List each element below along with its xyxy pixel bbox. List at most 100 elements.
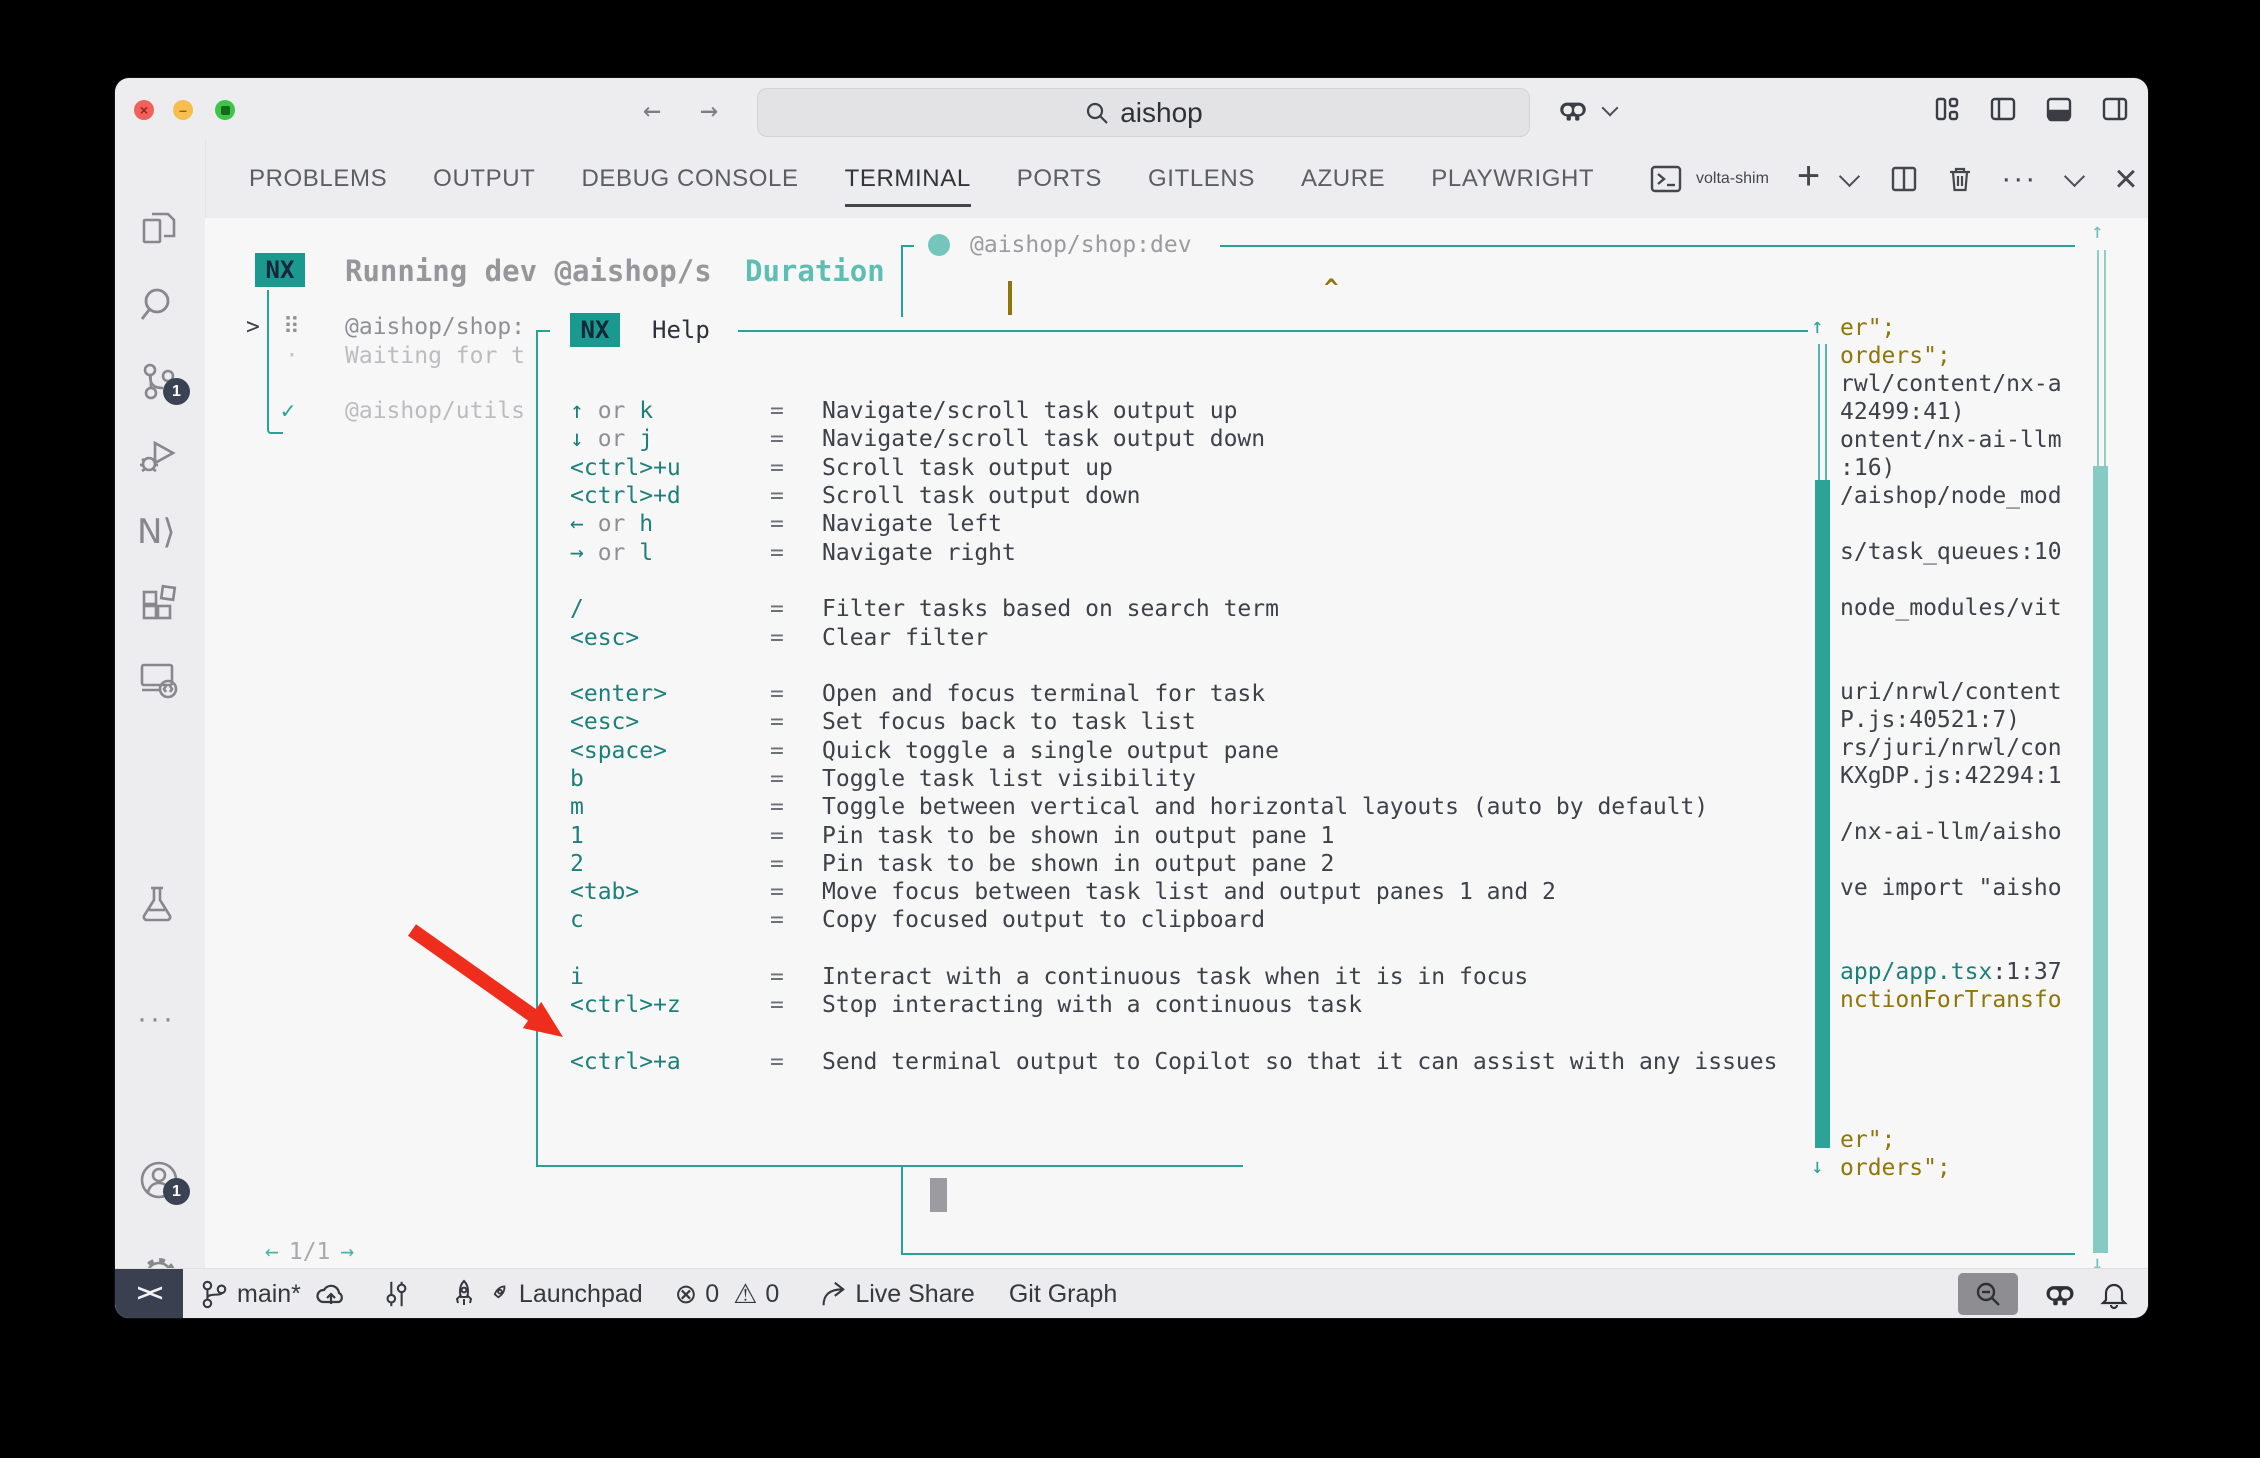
- extensions-icon[interactable]: [137, 580, 181, 624]
- help-panel-border: [536, 330, 550, 332]
- stack-trace-line: KXgDP.js:42294:1: [1840, 762, 2070, 790]
- new-terminal-button[interactable]: +: [1797, 154, 1820, 199]
- more-actions-icon[interactable]: ···: [2001, 162, 2037, 196]
- help-row: <esc>=Set focus back to task list: [570, 708, 1800, 736]
- minimize-window-button[interactable]: –: [173, 100, 193, 120]
- history-back-button[interactable]: ←: [643, 93, 661, 128]
- notifications-bell-icon[interactable]: [2098, 1278, 2130, 1310]
- copilot-menu[interactable]: [1556, 93, 1616, 127]
- help-row: [570, 567, 1800, 595]
- stack-trace-line: nctionForTransfo: [1840, 986, 2070, 1014]
- search-value: aishop: [1120, 97, 1203, 129]
- warning-count[interactable]: 0: [765, 1280, 779, 1309]
- git-graph-label[interactable]: Git Graph: [1009, 1280, 1117, 1309]
- nx-console-icon[interactable]: N⟩: [137, 512, 181, 556]
- explorer-icon[interactable]: [137, 206, 181, 250]
- panel-tab-debug-console[interactable]: DEBUG CONSOLE: [581, 157, 798, 201]
- outer-scrollbar-up-icon[interactable]: ↑: [2091, 219, 2104, 243]
- split-terminal-icon[interactable]: [1889, 164, 1919, 194]
- stack-trace-line: /aishop/node_mod: [1840, 482, 2070, 510]
- close-panel-icon[interactable]: ×: [2114, 157, 2137, 202]
- help-panel-border: [738, 330, 1808, 332]
- error-count[interactable]: 0: [705, 1280, 719, 1309]
- layout-controls: [1933, 95, 2129, 123]
- terminal-shell-label[interactable]: volta-shim: [1696, 170, 1769, 188]
- help-panel-title: Help: [652, 316, 710, 344]
- cloud-upload-icon[interactable]: [315, 1278, 347, 1310]
- tunnel-ports-icon[interactable]: [381, 1279, 411, 1309]
- live-share-label[interactable]: Live Share: [855, 1280, 975, 1309]
- panel-tab-terminal[interactable]: TERMINAL: [845, 157, 971, 201]
- help-row: <ctrl>+a=Send terminal output to Copilot…: [570, 1048, 1800, 1076]
- testing-beaker-icon[interactable]: [137, 882, 181, 926]
- output-caret: ^: [1324, 274, 1338, 302]
- zoom-window-button[interactable]: [215, 100, 235, 120]
- stack-trace-line: app/app.tsx:1:37: [1840, 958, 2070, 986]
- help-row: [570, 935, 1800, 963]
- run-debug-icon[interactable]: [137, 433, 181, 477]
- panel-tab-gitlens[interactable]: GITLENS: [1148, 157, 1255, 201]
- inner-scrollbar-track[interactable]: [1818, 344, 1827, 480]
- task-item-utils[interactable]: @aishop/utils: [345, 397, 525, 425]
- search-icon[interactable]: [137, 283, 181, 327]
- help-row: → or l=Navigate right: [570, 538, 1800, 566]
- launchpad-label[interactable]: Launchpad: [519, 1280, 643, 1309]
- drag-handle-icon: ⠿: [283, 313, 300, 341]
- inner-scrollbar-thumb[interactable]: [1815, 480, 1830, 1148]
- inner-scrollbar-up-icon[interactable]: ↑: [1811, 314, 1824, 338]
- kill-terminal-trash-icon[interactable]: [1945, 164, 1975, 194]
- stack-trace-line: [1840, 790, 2070, 818]
- stack-trace-column: er";orders";rwl/content/nx-a42499:41)ont…: [1840, 314, 2070, 1182]
- block-cursor: [930, 1178, 947, 1212]
- help-row: m=Toggle between vertical and horizontal…: [570, 793, 1800, 821]
- help-row: ← or h=Navigate left: [570, 510, 1800, 538]
- help-row: 2=Pin task to be shown in output pane 2: [570, 850, 1800, 878]
- errors-icon[interactable]: ⊗: [675, 1279, 698, 1310]
- stack-trace-line: [1840, 510, 2070, 538]
- toggle-primary-sidebar-icon[interactable]: [1989, 95, 2017, 123]
- pager-next-icon[interactable]: →: [340, 1238, 354, 1266]
- stack-trace-line: P.js:40521:7): [1840, 706, 2070, 734]
- help-row: <tab>=Move focus between task list and o…: [570, 878, 1800, 906]
- history-forward-button[interactable]: →: [700, 93, 718, 128]
- help-row: <esc>=Clear filter: [570, 623, 1800, 651]
- command-center-search[interactable]: aishop: [757, 88, 1530, 137]
- nx-help-badge: NX: [570, 313, 620, 347]
- toggle-panel-icon[interactable]: [2045, 95, 2073, 123]
- help-row: c=Copy focused output to clipboard: [570, 906, 1800, 934]
- stack-trace-line: [1840, 846, 2070, 874]
- panel-tab-output[interactable]: OUTPUT: [433, 157, 535, 201]
- remote-indicator[interactable]: ><: [115, 1269, 183, 1318]
- toggle-secondary-sidebar-icon[interactable]: [2101, 95, 2129, 123]
- rocket-icon: [447, 1277, 481, 1311]
- panel-tab-azure[interactable]: AZURE: [1301, 157, 1385, 201]
- help-panel-border: [536, 1165, 1243, 1167]
- remote-explorer-icon[interactable]: [137, 657, 181, 701]
- copilot-status-icon[interactable]: [2042, 1276, 2078, 1312]
- stack-trace-line: orders";: [1840, 1154, 2070, 1182]
- outer-scrollbar-track[interactable]: [2097, 250, 2106, 466]
- maximize-panel-chevron-icon[interactable]: [2064, 165, 2085, 186]
- task-status-dot: [928, 234, 950, 256]
- accounts-badge: 1: [163, 1178, 190, 1205]
- stack-trace-line: [1840, 1014, 2070, 1042]
- close-window-button[interactable]: ×: [134, 100, 154, 120]
- panel-tab-playwright[interactable]: PLAYWRIGHT: [1431, 157, 1594, 201]
- warnings-icon[interactable]: ⚠: [733, 1279, 757, 1310]
- panel-tab-problems[interactable]: PROBLEMS: [249, 157, 387, 201]
- stack-trace-line: node_modules/vit: [1840, 594, 2070, 622]
- pager-prev-icon[interactable]: ←: [265, 1238, 279, 1266]
- task-item-shop[interactable]: @aishop/shop:: [345, 313, 525, 341]
- stack-trace-line: ontent/nx-ai-llm: [1840, 426, 2070, 454]
- screencast-zoom-button[interactable]: [1958, 1273, 2018, 1315]
- panel-tab-ports[interactable]: PORTS: [1017, 157, 1102, 201]
- branch-label[interactable]: main*: [237, 1280, 301, 1309]
- inner-scrollbar-down-icon[interactable]: ↓: [1811, 1154, 1824, 1178]
- customize-layout-icon[interactable]: [1933, 95, 1961, 123]
- source-control-badge: 1: [163, 378, 190, 405]
- copilot-icon: [1556, 93, 1590, 127]
- help-row: /=Filter tasks based on search term: [570, 595, 1800, 623]
- terminal-profile-chevron-icon[interactable]: [1839, 165, 1860, 186]
- more-views-icon[interactable]: ···: [137, 1002, 181, 1046]
- outer-scrollbar-thumb[interactable]: [2093, 466, 2108, 1253]
